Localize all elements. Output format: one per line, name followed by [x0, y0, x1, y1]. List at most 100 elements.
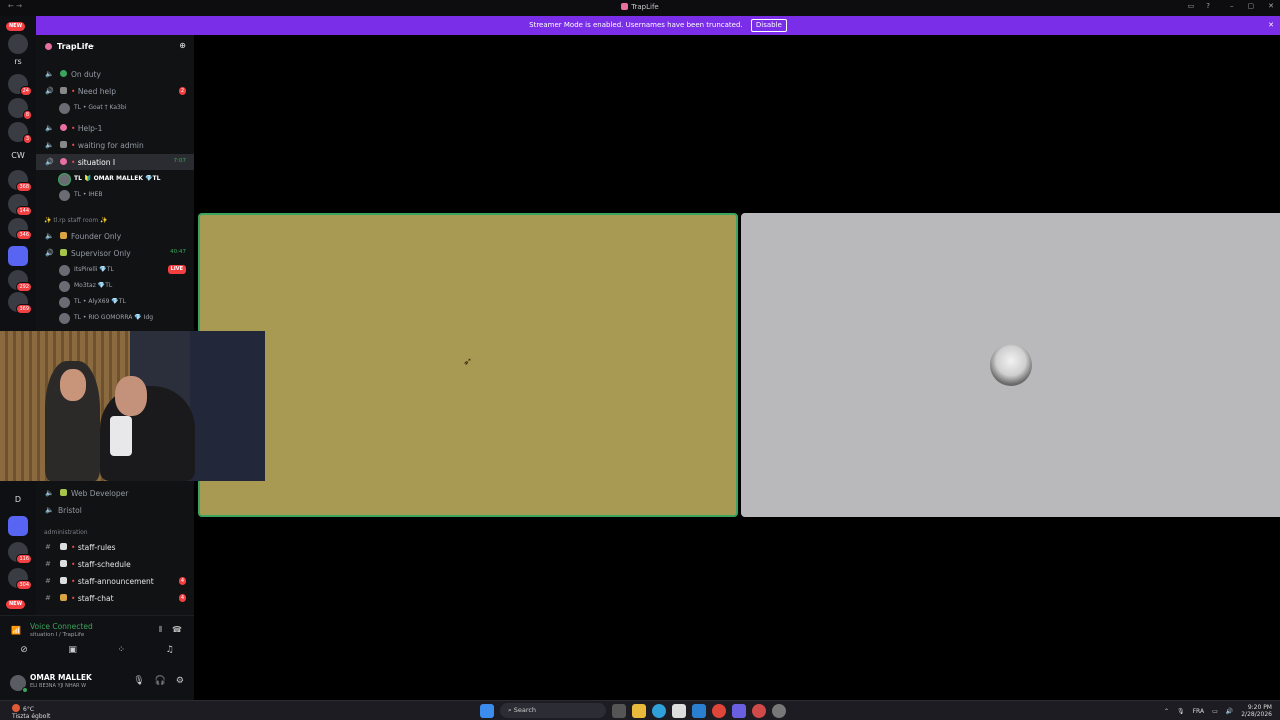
settings-icon[interactable]	[772, 703, 786, 718]
voice-channel[interactable]: 🔈 On duty	[36, 66, 194, 82]
clock[interactable]: 9:20 PM 2/28/2026	[1241, 704, 1272, 718]
task-view-icon[interactable]	[612, 703, 626, 718]
language-indicator[interactable]: FRA	[1193, 708, 1204, 715]
megaphone-icon	[60, 577, 67, 584]
voice-user[interactable]: TL • AlyX69 💎TL	[36, 294, 194, 310]
server-icon[interactable]: 24	[8, 74, 32, 96]
crown-icon	[60, 232, 67, 239]
voice-user-speaking[interactable]: TL 🔰 OMAR MALLEK 💎TL	[36, 171, 194, 187]
voice-channel[interactable]: 🔈 Help-1	[36, 120, 194, 136]
user-name: OMAR MALLEK	[30, 673, 92, 682]
disable-streamer-mode-button[interactable]: Disable	[750, 19, 787, 32]
live-badge: LIVE	[167, 265, 186, 274]
chrome-icon[interactable]	[712, 703, 726, 718]
category-header[interactable]: administration	[44, 529, 88, 536]
file-explorer-icon[interactable]	[632, 703, 646, 718]
close-window-button[interactable]: ✕	[1268, 2, 1274, 10]
server-icon[interactable]: 8	[8, 98, 32, 120]
voice-channel[interactable]: 🔊 Supervisor Only 40:47	[36, 245, 194, 261]
voice-user[interactable]: TL • RIO GOMORRA 💎 Idg	[36, 310, 194, 326]
server-icon[interactable]: 292	[8, 270, 32, 292]
server-icon[interactable]: 369	[8, 292, 32, 314]
voice-channel[interactable]: 🔊 Need help 2	[36, 83, 194, 99]
channel-label: waiting for admin	[71, 141, 144, 150]
headphones-icon[interactable]: 🎧	[155, 676, 166, 686]
camera-off-icon[interactable]: ⊘	[20, 645, 28, 663]
server-icon[interactable]: 346	[8, 218, 32, 240]
edge-icon[interactable]	[652, 703, 666, 718]
voice-user[interactable]: Mo3taz 💎TL	[36, 278, 194, 294]
video-tile-speaking[interactable]: ➶	[198, 213, 738, 517]
voice-status-subtitle[interactable]: situation I / TrapLife	[30, 632, 84, 638]
category-header[interactable]: ✨ tl.rp staff room ✨	[44, 217, 108, 224]
start-menu-icon[interactable]	[480, 703, 494, 718]
weather-icon	[12, 704, 20, 712]
text-channel[interactable]: # staff-rules	[36, 539, 194, 555]
weather-widget[interactable]: 6°C Tiszta égbolt	[12, 704, 50, 720]
discord-icon[interactable]	[732, 703, 746, 718]
screen-share-icon[interactable]: ▣	[68, 645, 77, 663]
chevron-up-icon[interactable]: ⌃	[1164, 708, 1169, 715]
text-channel[interactable]: # staff-chat 4	[36, 590, 194, 606]
new-badge: NEW	[6, 22, 26, 31]
weather-text: Tiszta égbolt	[12, 713, 51, 720]
voice-user[interactable]: TL • IHEB	[36, 187, 194, 203]
activities-icon[interactable]: ⁘	[118, 645, 126, 663]
soundboard-icon[interactable]: ♫	[166, 645, 174, 663]
add-member-icon[interactable]: ⊕	[179, 41, 186, 50]
hourglass-icon	[60, 141, 67, 148]
store-icon[interactable]	[672, 703, 686, 718]
noise-suppression-icon[interactable]: ⫴	[159, 625, 162, 635]
channel-emoji-icon	[60, 124, 67, 131]
voice-channel[interactable]: 🔈 Bristol	[36, 502, 194, 518]
shield-icon	[60, 249, 67, 256]
gear-icon[interactable]: ⚙	[176, 676, 184, 686]
voice-user[interactable]: ItsPirelli 💎TL LIVE	[36, 262, 194, 278]
avatar	[59, 103, 70, 114]
network-icon[interactable]: ▭	[1212, 708, 1218, 715]
voice-user[interactable]: TL • Goat † Ka3bi	[36, 100, 194, 116]
server-icon[interactable]: 116	[8, 542, 32, 564]
speaker-icon: 🔈	[45, 70, 54, 78]
server-icon[interactable]: CW	[8, 146, 28, 166]
help-icon[interactable]: ?	[1206, 2, 1210, 10]
server-icon[interactable]: 144	[8, 194, 32, 216]
text-channel[interactable]: # staff-schedule	[36, 556, 194, 572]
server-icon[interactable]: 3	[8, 122, 32, 144]
inbox-icon[interactable]: ▭	[1188, 2, 1195, 10]
obs-icon[interactable]	[752, 703, 766, 718]
channel-label: Help-1	[71, 124, 103, 133]
channel-timer: 7:07	[173, 158, 186, 164]
close-banner-icon[interactable]: ✕	[1268, 16, 1274, 35]
channel-label: staff-rules	[71, 543, 116, 552]
voice-channel[interactable]: 🔈 waiting for admin	[36, 137, 194, 153]
speaker-icon: 🔈	[45, 506, 54, 514]
server-icon[interactable]: D	[8, 490, 28, 510]
chevron-down-icon: ⌄	[90, 42, 96, 49]
folder-icon[interactable]	[8, 246, 28, 266]
speaker-icon: 🔈	[45, 124, 54, 132]
taskbar-search[interactable]: ⌕ Search	[500, 703, 606, 718]
text-channel[interactable]: # staff-announcement 4	[36, 573, 194, 589]
minimize-button[interactable]: –	[1230, 2, 1234, 10]
voice-channel[interactable]: 🔈 Founder Only	[36, 228, 194, 244]
server-icon[interactable]: 304	[8, 568, 32, 590]
folder-icon[interactable]	[8, 516, 28, 536]
microphone-icon[interactable]: 🎙	[1177, 708, 1185, 715]
server-icon[interactable]: 368	[8, 170, 32, 192]
maximize-button[interactable]: ▢	[1248, 2, 1255, 10]
voice-channel-selected[interactable]: 🔊 situation I 7:07	[36, 154, 194, 170]
disconnect-icon[interactable]: ☎	[172, 625, 182, 635]
server-icon[interactable]	[8, 34, 28, 54]
voice-channel[interactable]: 🔈 Web Developer	[36, 485, 194, 501]
microphone-icon[interactable]: 🎙	[133, 676, 144, 686]
avatar	[59, 265, 70, 276]
hash-icon: #	[45, 577, 51, 585]
video-tile[interactable]	[741, 213, 1280, 517]
guild-header[interactable]: TrapLife ⌄ ⊕	[36, 35, 194, 57]
volume-icon[interactable]: 🔊	[1226, 708, 1233, 715]
mail-icon[interactable]	[692, 703, 706, 718]
server-icon[interactable]: rs	[8, 52, 28, 72]
user-name: TL • IHEB	[74, 191, 103, 198]
chat-icon	[60, 594, 67, 601]
